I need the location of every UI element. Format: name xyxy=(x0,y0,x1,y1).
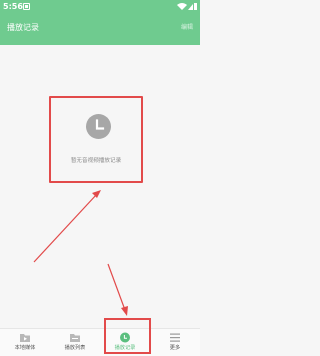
app-bar: 播放记录 编辑 xyxy=(0,13,200,45)
edit-button[interactable]: 编辑 xyxy=(181,23,193,33)
nav-item-more[interactable]: 更多 xyxy=(150,329,200,356)
annotation-box-empty-state xyxy=(49,96,143,183)
bottom-nav: 本地媒体 播放列表 播放记录 更多 xyxy=(0,328,200,356)
folder-icon xyxy=(69,332,81,343)
main-content xyxy=(0,45,200,328)
signal-icon xyxy=(188,4,193,10)
nav-label: 本地媒体 xyxy=(14,345,36,351)
nav-item-local-media[interactable]: 本地媒体 xyxy=(0,329,50,356)
notification-icon xyxy=(23,3,30,10)
nav-item-playlist[interactable]: 播放列表 xyxy=(50,329,100,356)
status-bar: 5:56 xyxy=(0,0,200,13)
battery-icon xyxy=(194,3,197,10)
play-folder-icon xyxy=(19,332,31,343)
annotation-box-nav-history xyxy=(104,318,151,354)
wifi-icon xyxy=(177,3,187,10)
menu-icon xyxy=(169,332,181,343)
status-icons xyxy=(177,2,197,11)
status-time: 5:56 xyxy=(3,2,23,11)
page-title: 播放记录 xyxy=(7,23,39,32)
nav-label: 播放列表 xyxy=(64,345,86,351)
nav-label: 更多 xyxy=(169,345,181,351)
